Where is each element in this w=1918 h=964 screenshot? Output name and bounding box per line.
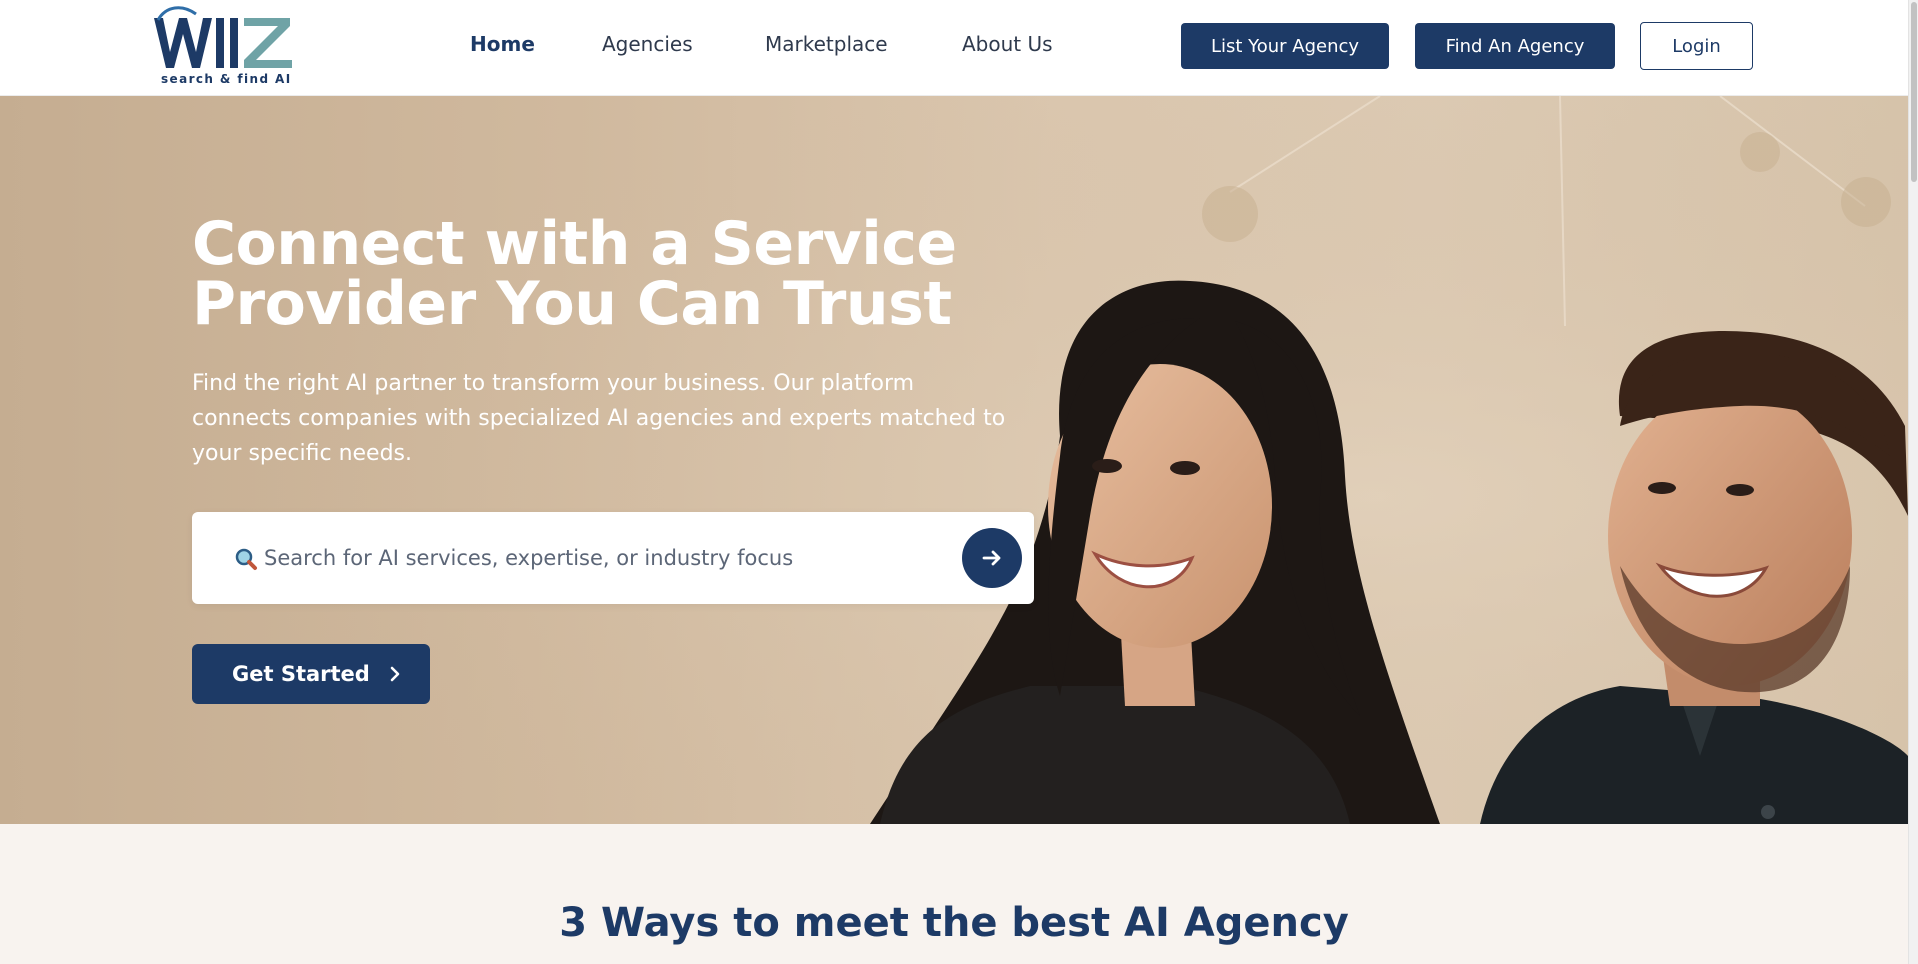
page-scrollbar[interactable] — [1908, 0, 1918, 964]
nav-home[interactable]: Home — [470, 32, 535, 56]
search-input[interactable] — [264, 538, 924, 578]
hero-subtitle: Find the right AI partner to transform y… — [192, 366, 1052, 471]
hero-subtitle-line-3: your specific needs. — [192, 441, 413, 466]
magnifier-icon — [234, 547, 258, 571]
hero-section: Connect with a Service Provider You Can … — [0, 96, 1908, 824]
ways-section-title: 3 Ways to meet the best AI Agency — [559, 900, 1349, 946]
logo-mark-icon — [154, 6, 292, 68]
scrollbar-thumb[interactable] — [1911, 2, 1917, 182]
list-your-agency-button[interactable]: List Your Agency — [1181, 23, 1389, 69]
hero-subtitle-line-1: Find the right AI partner to transform y… — [192, 371, 915, 396]
hero-subtitle-line-2: connects companies with specialized AI a… — [192, 406, 1006, 431]
search-bar — [192, 512, 1034, 604]
page: search & find AI Home Agencies Marketpla… — [0, 0, 1918, 964]
hero-title-line-2: Provider You Can Trust — [192, 269, 952, 339]
logo-tagline: search & find AI — [161, 72, 292, 86]
get-started-button[interactable]: Get Started — [192, 644, 430, 704]
nav-agencies[interactable]: Agencies — [602, 32, 693, 56]
nav-about-us[interactable]: About Us — [962, 32, 1053, 56]
ways-section: 3 Ways to meet the best AI Agency — [0, 824, 1908, 964]
login-button[interactable]: Login — [1640, 22, 1753, 70]
search-submit-button[interactable] — [962, 528, 1022, 588]
find-an-agency-button[interactable]: Find An Agency — [1415, 23, 1615, 69]
site-header: search & find AI Home Agencies Marketpla… — [0, 0, 1918, 96]
hero-title: Connect with a Service Provider You Can … — [192, 214, 1092, 334]
chevron-right-icon — [388, 665, 402, 683]
wiiz-logo[interactable]: search & find AI — [152, 6, 296, 90]
get-started-label: Get Started — [232, 662, 370, 686]
nav-marketplace[interactable]: Marketplace — [765, 32, 888, 56]
arrow-right-icon — [982, 550, 1001, 566]
